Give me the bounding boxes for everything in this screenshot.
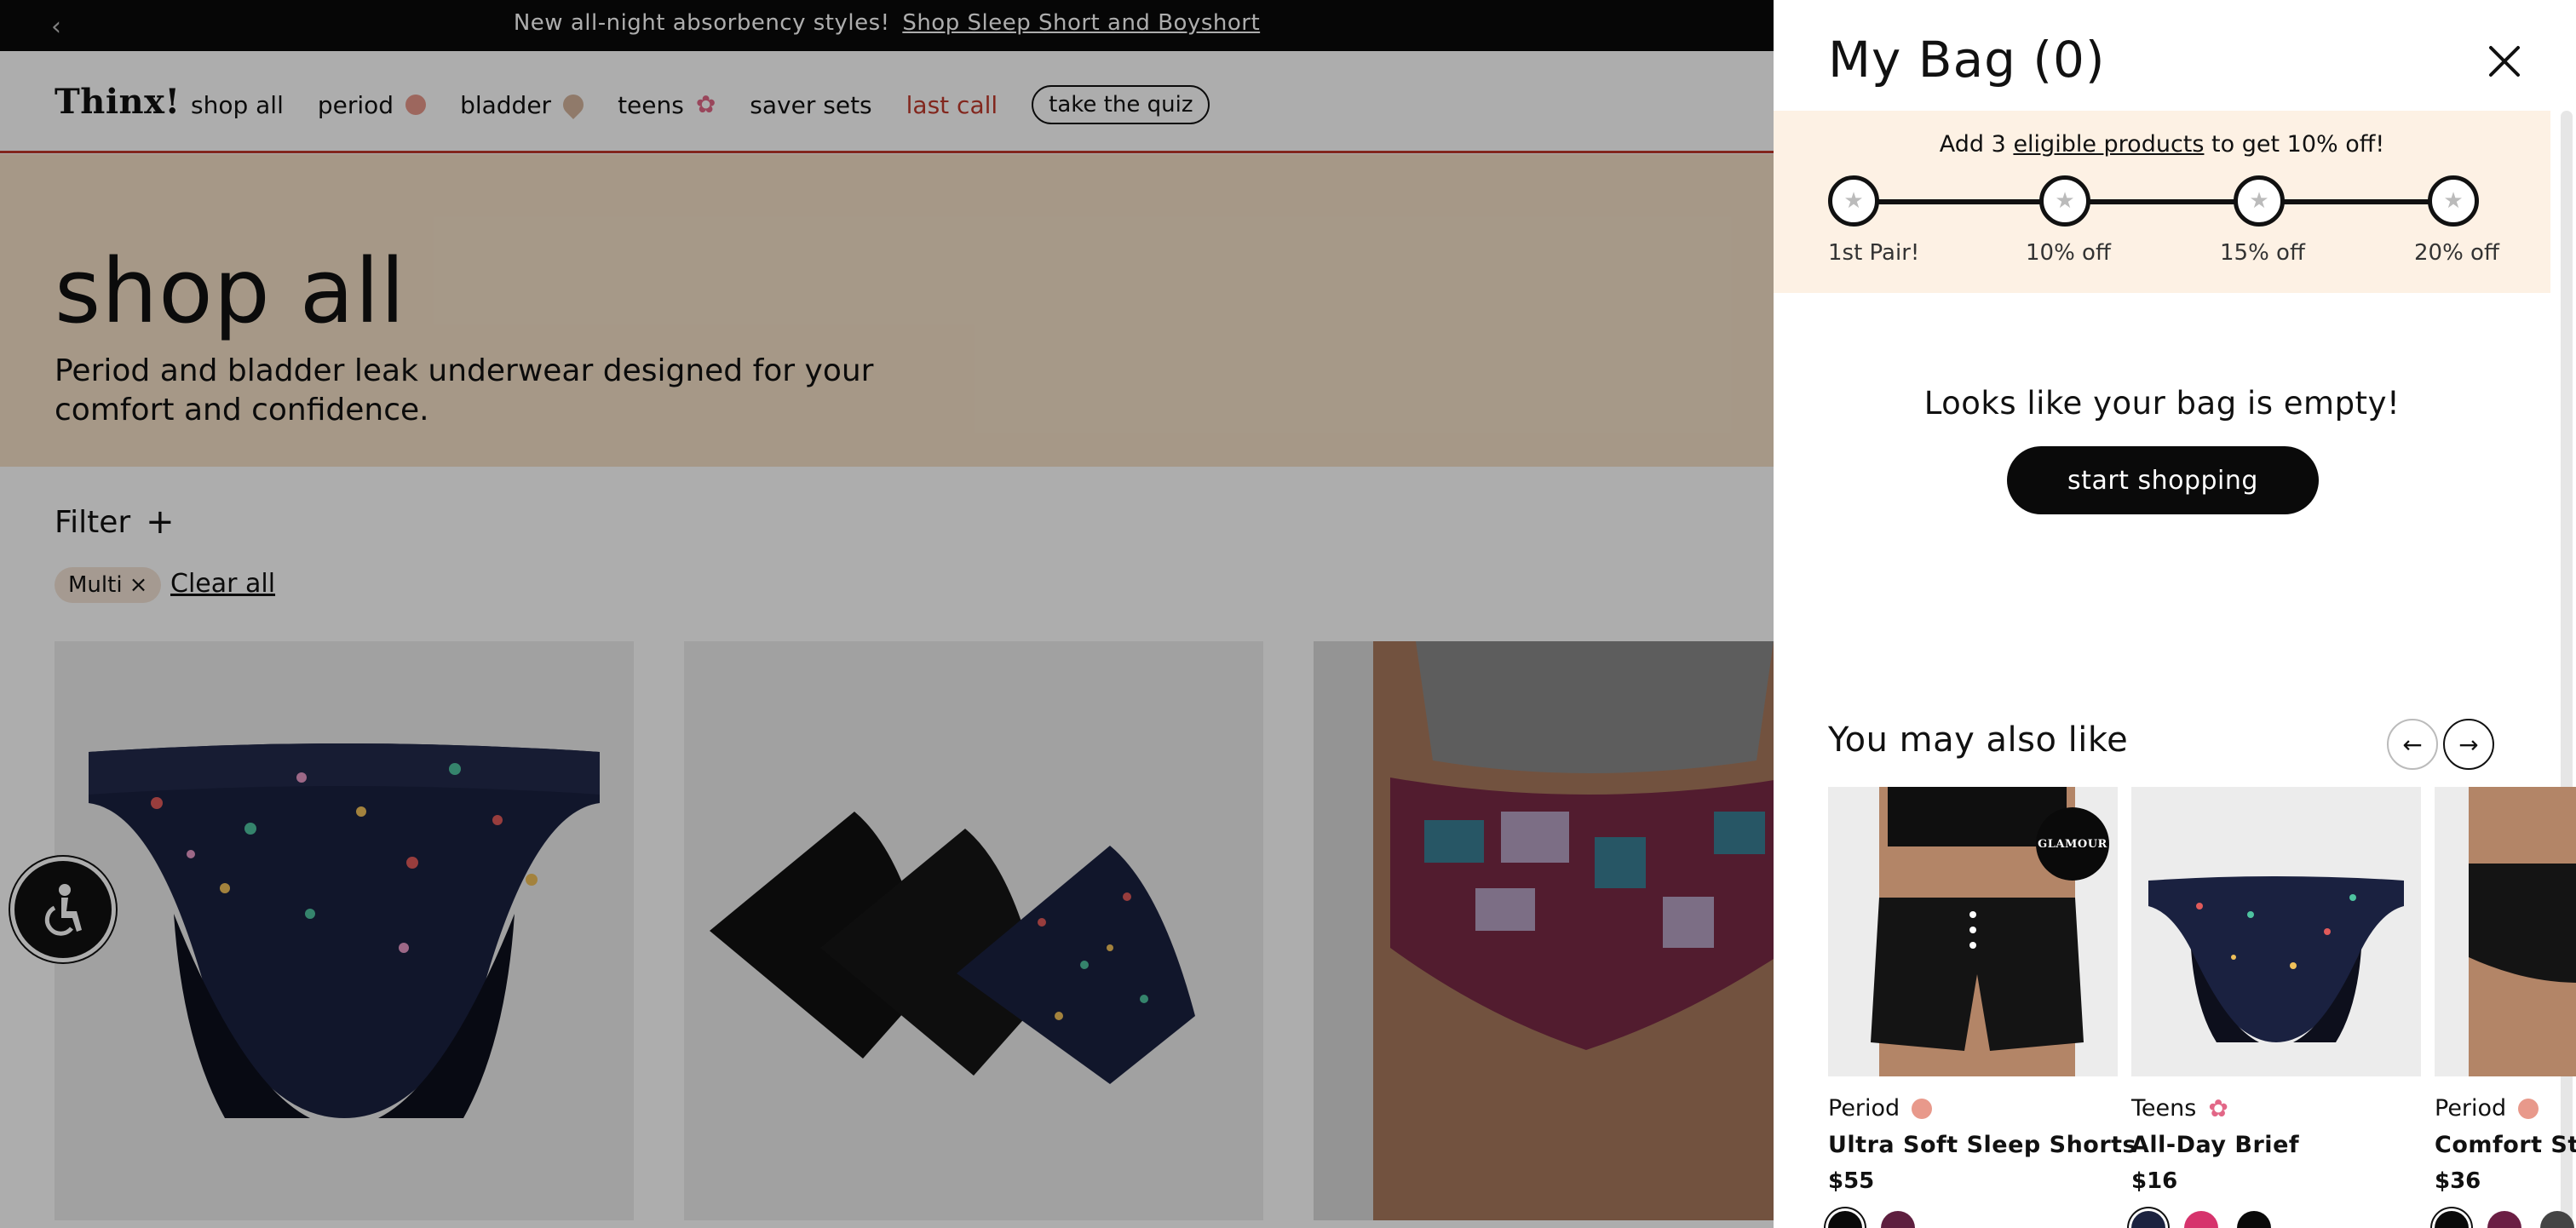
swatch-pink[interactable] — [2184, 1211, 2218, 1228]
swatch-black[interactable] — [1828, 1211, 1862, 1228]
progress-track — [1859, 199, 2438, 204]
swatch-black[interactable] — [2435, 1211, 2469, 1228]
product-price: $16 — [2131, 1168, 2178, 1194]
arrow-right-icon[interactable]: → — [2443, 719, 2494, 770]
category-label: Teens — [2131, 1095, 2197, 1122]
color-swatches — [1828, 1211, 2118, 1228]
tier-label: 15% off — [2220, 240, 2305, 266]
product-image[interactable] — [2131, 787, 2421, 1076]
page-overlay[interactable] — [0, 0, 1774, 1228]
start-shopping-button[interactable]: start shopping — [2007, 446, 2319, 514]
recommendations-title: You may also like — [1828, 720, 2129, 760]
star-icon: ★ — [2428, 175, 2479, 227]
swatch-black[interactable] — [2237, 1211, 2271, 1228]
period-dot-icon — [2518, 1098, 2539, 1119]
swatch-plum[interactable] — [2487, 1211, 2521, 1228]
category-label: Period — [2435, 1095, 2507, 1122]
category-label: Period — [1828, 1095, 1900, 1122]
discount-progress: Add 3 eligible products to get 10% off! … — [1774, 111, 2550, 293]
arrow-left-icon[interactable]: ← — [2387, 719, 2438, 770]
flower-icon: ✿ — [2208, 1093, 2228, 1122]
bag-drawer: My Bag (0) Add 3 eligible products to ge… — [1774, 0, 2576, 1228]
tier-label: 20% off — [2414, 240, 2499, 266]
swatch-navy-stars[interactable] — [2131, 1211, 2165, 1228]
tier-label: 10% off — [2026, 240, 2111, 266]
product-category: Period — [2435, 1095, 2576, 1122]
recommended-product[interactable]: Period Comfort Stretch $36 — [2435, 787, 2576, 1228]
color-swatches — [2131, 1211, 2421, 1228]
product-name[interactable]: All-Day Brief — [2131, 1132, 2421, 1158]
promo-prefix: Add 3 — [1939, 131, 2006, 158]
empty-bag-message: Looks like your bag is empty! — [1923, 385, 2401, 422]
bag-title: My Bag (0) — [1828, 31, 2106, 89]
star-icon: ★ — [1828, 175, 1879, 227]
star-icon: ★ — [2234, 175, 2285, 227]
color-swatches — [2435, 1211, 2576, 1228]
product-price: $55 — [1828, 1168, 1875, 1194]
eligible-products-link[interactable]: eligible products — [2013, 131, 2204, 158]
product-price: $36 — [2435, 1168, 2481, 1194]
product-name[interactable]: Comfort Stretch — [2435, 1132, 2576, 1158]
promo-message: Add 3 eligible products to get 10% off! — [1774, 131, 2550, 158]
star-icon: ★ — [2039, 175, 2090, 227]
recommended-product[interactable]: GLAMOUR Period Ultra Soft Sleep Shorts $… — [1828, 787, 2136, 1228]
recommended-product[interactable]: Teens ✿ All-Day Brief $16 — [2131, 787, 2421, 1228]
product-image[interactable]: GLAMOUR — [1828, 787, 2118, 1076]
product-category: Period — [1828, 1095, 2118, 1122]
product-image[interactable] — [2435, 787, 2576, 1076]
comfort-stretch-illustration — [2469, 787, 2576, 1076]
close-icon[interactable] — [2482, 39, 2527, 83]
tier-label: 1st Pair! — [1828, 240, 1920, 266]
product-name[interactable]: Ultra Soft Sleep Shorts — [1828, 1132, 2136, 1158]
glamour-award-badge: GLAMOUR — [2036, 807, 2109, 881]
swatch-grey[interactable] — [2540, 1211, 2574, 1228]
promo-suffix: to get 10% off! — [2211, 131, 2385, 158]
period-dot-icon — [1912, 1098, 1933, 1119]
brief-illustration — [2148, 876, 2404, 1042]
product-category: Teens ✿ — [2131, 1095, 2421, 1122]
swatch-plum[interactable] — [1881, 1211, 1915, 1228]
